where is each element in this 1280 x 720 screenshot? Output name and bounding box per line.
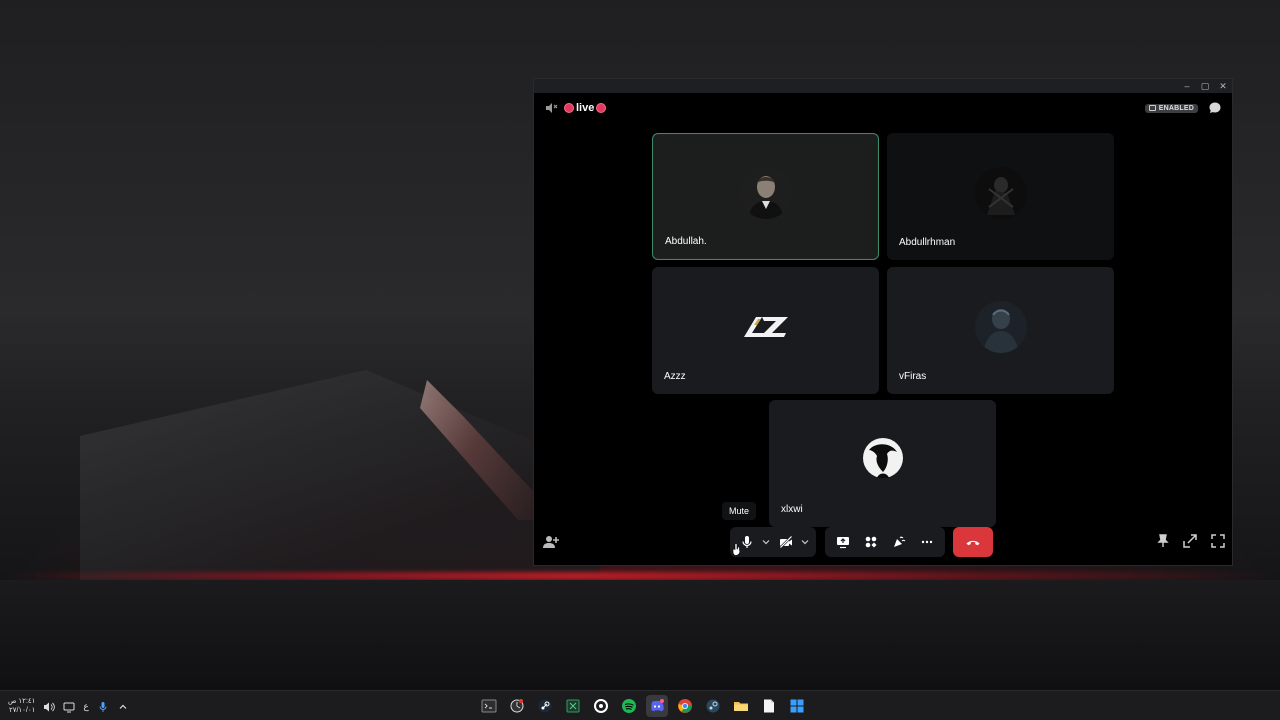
- participant-name: vFiras: [899, 371, 927, 382]
- mute-tooltip: Mute: [722, 502, 757, 520]
- avatar: [735, 300, 796, 353]
- enabled-badge-label: ENABLED: [1158, 104, 1194, 112]
- volume-icon[interactable]: [43, 700, 56, 712]
- file-explorer-icon[interactable]: [730, 695, 752, 717]
- participant-name: Azzz: [664, 371, 686, 382]
- participant-tile[interactable]: vFiras: [887, 267, 1114, 394]
- avatar: [974, 300, 1027, 353]
- krisp-icon: [1148, 105, 1156, 111]
- speaker-icon[interactable]: [544, 101, 558, 115]
- wallpaper-floor: [0, 580, 1280, 690]
- camera-options-chevron-icon[interactable]: [799, 530, 811, 554]
- minimize-button[interactable]: –: [1182, 81, 1192, 91]
- window-titlebar[interactable]: – ▢ ✕: [534, 79, 1232, 93]
- avatar: [856, 433, 909, 486]
- invite-icon[interactable]: [542, 533, 560, 551]
- chat-icon[interactable]: [1208, 101, 1222, 115]
- enabled-badge: ENABLED: [1144, 103, 1198, 113]
- participant-tile[interactable]: xlxwi: [769, 400, 996, 527]
- popout-icon[interactable]: [1182, 533, 1198, 549]
- disconnect-button[interactable]: [953, 527, 993, 557]
- participant-name: Abdullah.: [665, 236, 707, 247]
- close-button[interactable]: ✕: [1218, 81, 1228, 91]
- live-dot-right: [596, 103, 607, 113]
- screen-share-icon[interactable]: [831, 530, 855, 554]
- taskbar: ١٢:٤١ ص ٢٧/١٠/٠١ ع: [0, 690, 1280, 720]
- language-indicator[interactable]: ع: [83, 701, 88, 712]
- discord-icon[interactable]: [646, 695, 668, 717]
- call-controls-bar: [534, 527, 1232, 559]
- chevron-up-icon[interactable]: [117, 700, 129, 712]
- participant-name: xlxwi: [781, 504, 803, 515]
- clock-date: ٢٧/١٠/٠١: [8, 707, 36, 714]
- maximize-button[interactable]: ▢: [1200, 81, 1210, 91]
- camera-off-icon[interactable]: [774, 530, 798, 554]
- live-label: live: [576, 102, 595, 114]
- avatar: [739, 166, 792, 219]
- pin-icon[interactable]: [1155, 533, 1171, 549]
- mouse-cursor-icon: [732, 543, 741, 556]
- steam-icon[interactable]: [534, 695, 556, 717]
- start-menu-icon[interactable]: [786, 695, 808, 717]
- network-icon[interactable]: [63, 700, 75, 713]
- mic-options-chevron-icon[interactable]: [760, 530, 772, 554]
- activity-controls-group: [825, 527, 945, 557]
- game-launcher-icon[interactable]: [590, 695, 612, 717]
- participant-tile[interactable]: Azzz: [652, 267, 879, 394]
- wallpaper-red-glow: [0, 572, 1280, 580]
- clock-time: ١٢:٤١ ص: [8, 698, 36, 705]
- soundboard-icon[interactable]: [887, 530, 911, 554]
- clock[interactable]: ١٢:٤١ ص ٢٧/١٠/٠١: [8, 697, 35, 715]
- voice-call-window: – ▢ ✕ live ENABLED Abdullah. Abdullrhman…: [533, 78, 1233, 566]
- terminal-icon[interactable]: [478, 695, 500, 717]
- call-header: live ENABLED: [534, 93, 1232, 123]
- live-dot-left: [564, 103, 574, 113]
- more-icon[interactable]: [915, 530, 939, 554]
- taskbar-apps: [478, 695, 808, 717]
- clock-app-icon[interactable]: [506, 695, 528, 717]
- system-tray: ١٢:٤١ ص ٢٧/١٠/٠١ ع: [8, 691, 129, 720]
- fullscreen-icon[interactable]: [1210, 533, 1226, 549]
- participant-name: Abdullrhman: [899, 237, 956, 248]
- notepad-icon[interactable]: [758, 695, 780, 717]
- chrome-icon[interactable]: [674, 695, 696, 717]
- spreadsheet-icon[interactable]: [562, 695, 584, 717]
- live-indicator: live: [564, 102, 607, 114]
- participant-tile[interactable]: Abdullah.: [652, 133, 879, 260]
- av-controls-group: [730, 527, 816, 557]
- microphone-in-use-icon[interactable]: [97, 700, 109, 712]
- end-call-icon: [966, 540, 980, 546]
- activities-icon[interactable]: [859, 530, 883, 554]
- participant-tile[interactable]: Abdullrhman: [887, 133, 1114, 260]
- steam-secondary-icon[interactable]: [702, 695, 724, 717]
- avatar: [974, 166, 1027, 219]
- spotify-icon[interactable]: [618, 695, 640, 717]
